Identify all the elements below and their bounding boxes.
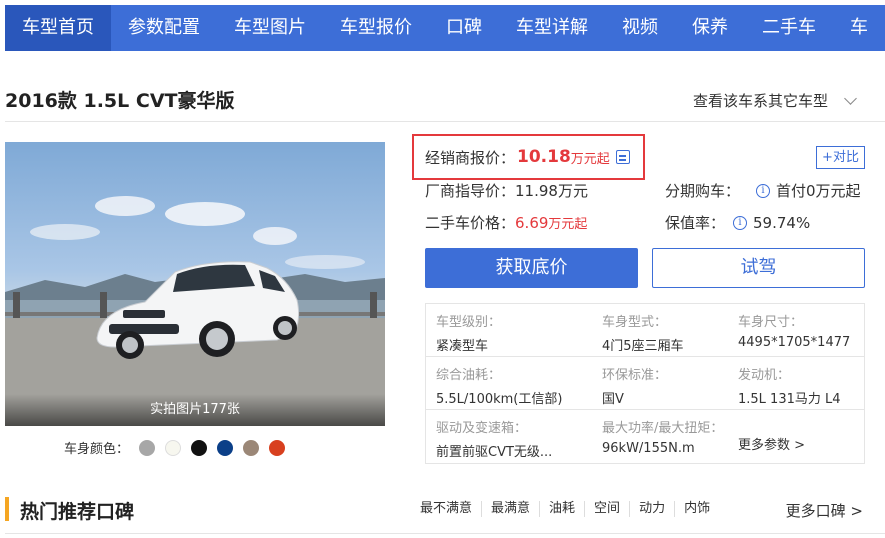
- installment-label: 分期购车：: [665, 182, 741, 200]
- review-tag[interactable]: 最不满意: [411, 501, 481, 517]
- spec-label: 发动机：: [738, 368, 791, 383]
- spec-cell-fuel: 综合油耗： 5.5L/100km(工信部): [426, 357, 592, 410]
- spec-cell-emission: 环保标准： 国V: [592, 357, 728, 410]
- spec-row: 驱动及变速箱： 前置前驱CVT无级... 最大功率/最大扭矩： 96kW/155…: [426, 410, 864, 463]
- retention-label: 保值率：: [665, 214, 726, 232]
- compare-button[interactable]: +对比: [816, 146, 865, 169]
- spec-label: 综合油耗：: [436, 368, 502, 383]
- spec-value: 前置前驱CVT无级...: [436, 445, 553, 460]
- spec-value: 1.5L 131马力 L4: [738, 392, 841, 407]
- nav-item-maintenance[interactable]: 保养: [675, 5, 745, 51]
- get-lowest-price-button[interactable]: 获取底价: [425, 248, 638, 288]
- spec-label: 最大功率/最大扭矩：: [602, 421, 724, 436]
- spec-cell-more: 更多参数 >: [728, 410, 866, 463]
- msrp-label: 厂商指导价：: [425, 182, 516, 200]
- spec-label: 环保标准：: [602, 368, 668, 383]
- spec-cell-engine: 发动机： 1.5L 131马力 L4: [728, 357, 866, 410]
- spec-row: 车型级别： 紧凑型车 车身型式： 4门5座三厢车 车身尺寸： 4495*1705…: [426, 304, 864, 357]
- nav-item-truncated[interactable]: 车: [833, 5, 885, 51]
- review-tag[interactable]: 动力: [629, 501, 674, 517]
- spec-label: 车身型式：: [602, 315, 668, 330]
- spec-label: 车身尺寸：: [738, 315, 804, 330]
- spec-cell-dimensions: 车身尺寸： 4495*1705*1477: [728, 304, 866, 357]
- spec-cell-power: 最大功率/最大扭矩： 96kW/155N.m: [592, 410, 728, 463]
- car-photo[interactable]: 实拍图片177张: [5, 142, 385, 426]
- nav-item-used-cars[interactable]: 二手车: [745, 5, 833, 51]
- review-tags: 最不满意 最满意 油耗 空间 动力 内饰: [411, 501, 719, 517]
- hot-reviews-title: 热门推荐口碑: [20, 501, 135, 523]
- used-car-label: 二手车价格：: [425, 214, 516, 232]
- car-photo-illustration: [5, 196, 385, 426]
- spec-cell-class: 车型级别： 紧凑型车: [426, 304, 592, 357]
- spec-value: 5.5L/100km(工信部): [436, 392, 563, 407]
- retention-value: 59.74%: [753, 213, 811, 232]
- body-colors: 车身颜色：: [64, 438, 286, 457]
- nav-item-images[interactable]: 车型图片: [217, 5, 323, 51]
- section-accent-bar: [5, 497, 9, 521]
- spec-cell-drivetrain: 驱动及变速箱： 前置前驱CVT无级...: [426, 410, 592, 463]
- used-car-unit: 万元起: [548, 217, 588, 232]
- more-specs-link[interactable]: 更多参数 >: [738, 434, 866, 453]
- used-car-value: 6.69: [515, 213, 549, 232]
- dealer-price-label: 经销商报价：: [425, 148, 516, 167]
- review-tag[interactable]: 最满意: [481, 501, 539, 517]
- color-swatch[interactable]: [269, 439, 286, 456]
- spec-table: 车型级别： 紧凑型车 车身型式： 4门5座三厢车 车身尺寸： 4495*1705…: [425, 303, 865, 464]
- nav-item-home[interactable]: 车型首页: [5, 5, 111, 51]
- dealer-price-box: 经销商报价： 10.18 万元起: [412, 134, 645, 180]
- spec-label: 驱动及变速箱：: [436, 421, 528, 436]
- calculator-icon[interactable]: [615, 150, 630, 164]
- used-car-row[interactable]: 二手车价格： 6.69 万元起: [425, 212, 587, 233]
- nav-item-specs[interactable]: 参数配置: [111, 5, 217, 51]
- spec-value: 4门5座三厢车: [602, 339, 684, 354]
- msrp-value: 11.98万元: [515, 182, 588, 200]
- nav-item-reviews[interactable]: 口碑: [429, 5, 499, 51]
- installment-value: 首付0万元起: [776, 182, 861, 200]
- body-colors-label: 车身颜色：: [64, 442, 130, 457]
- other-models-label: 查看该车系其它车型: [692, 92, 828, 110]
- test-drive-button[interactable]: 试驾: [652, 248, 865, 288]
- other-models-dropdown[interactable]: 查看该车系其它车型: [692, 90, 857, 111]
- installment-row[interactable]: 分期购车： i 首付0万元起: [665, 180, 861, 201]
- spec-value: 国V: [602, 392, 624, 407]
- divider: [5, 121, 885, 122]
- color-swatch[interactable]: [139, 439, 156, 456]
- msrp-row: 厂商指导价： 11.98万元: [425, 180, 588, 201]
- info-icon[interactable]: i: [733, 215, 748, 230]
- spec-value: 4495*1705*1477: [738, 335, 851, 350]
- model-title: 2016款 1.5L CVT豪华版: [5, 90, 235, 112]
- spec-value: 紧凑型车: [436, 339, 489, 354]
- dealer-price-value: 10.18: [517, 147, 571, 167]
- divider: [5, 533, 885, 534]
- review-tag[interactable]: 空间: [584, 501, 629, 517]
- nav-item-videos[interactable]: 视频: [605, 5, 675, 51]
- photo-count-caption[interactable]: 实拍图片177张: [5, 394, 385, 426]
- spec-cell-body-type: 车身型式： 4门5座三厢车: [592, 304, 728, 357]
- color-swatch[interactable]: [217, 439, 234, 456]
- spec-value: 96kW/155N.m: [602, 441, 695, 456]
- chevron-down-icon: [844, 91, 857, 105]
- color-swatch[interactable]: [243, 439, 260, 456]
- color-swatch[interactable]: [191, 439, 208, 456]
- nav-item-details[interactable]: 车型详解: [499, 5, 605, 51]
- nav-item-prices[interactable]: 车型报价: [323, 5, 429, 51]
- more-reviews-link[interactable]: 更多口碑 >: [786, 500, 863, 521]
- dealer-price-unit: 万元起: [570, 151, 610, 167]
- color-swatch[interactable]: [165, 439, 182, 456]
- spec-label: 车型级别：: [436, 315, 502, 330]
- review-tag[interactable]: 内饰: [674, 501, 719, 517]
- top-nav: 车型首页 参数配置 车型图片 车型报价 口碑 车型详解 视频 保养 二手车 车: [5, 5, 885, 51]
- spec-row: 综合油耗： 5.5L/100km(工信部) 环保标准： 国V 发动机： 1.5L…: [426, 357, 864, 410]
- info-icon[interactable]: i: [756, 183, 771, 198]
- review-tag[interactable]: 油耗: [539, 501, 584, 517]
- retention-row: 保值率： i 59.74%: [665, 212, 810, 233]
